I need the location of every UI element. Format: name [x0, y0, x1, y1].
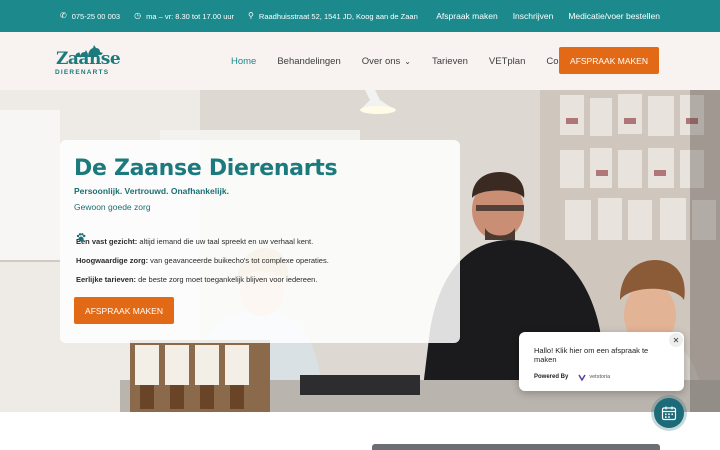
top-links: Afspraak maken Inschrijven Medicatie/voe… [436, 0, 660, 32]
nav-home[interactable]: Home [231, 56, 256, 67]
header-appointment-button[interactable]: AFSPRAAK MAKEN [559, 47, 659, 74]
feature-description: van geavanceerde buikecho's tot complexe… [148, 256, 329, 265]
clock-icon: ◷ [134, 11, 142, 20]
nav-tarieven[interactable]: Tarieven [432, 56, 468, 67]
calendar-icon [661, 406, 677, 421]
feature-item: Hoogwaardige zorg: van geavanceerde buik… [76, 233, 329, 270]
hours-info: ◷ ma – vr: 8.30 tot 17.00 uur [134, 12, 234, 21]
chat-close-icon[interactable]: ✕ [669, 333, 683, 347]
feature-item: Een vast gezicht: altijd iemand die uw t… [76, 232, 329, 251]
section-image [372, 444, 660, 450]
hero-title: De Zaanse Dierenarts [74, 156, 338, 181]
top-bar: ✆ 075-25 00 003 ◷ ma – vr: 8.30 tot 17.0… [0, 0, 720, 32]
logo-wordmark: Zaanse [56, 49, 121, 69]
chat-popup[interactable]: Hallo! Klik hier om een afspraak te make… [519, 332, 684, 391]
hero-appointment-button[interactable]: AFSPRAAK MAKEN [74, 297, 174, 324]
nav-over-ons-label: Over ons [361, 55, 401, 67]
feature-title: Hoogwaardige zorg: [76, 256, 149, 265]
top-link-inschrijven[interactable]: Inschrijven [513, 11, 554, 21]
nav-vetplan[interactable]: VETplan [489, 56, 525, 67]
top-link-afspraak[interactable]: Afspraak maken [436, 11, 497, 21]
feature-title: Eerlijke tarieven: [76, 275, 137, 284]
hero-subtagline: Gewoon goede zorg [74, 202, 151, 212]
location-pin-icon: ⚲ [248, 11, 254, 20]
main-nav: Home Behandelingen Over ons ⌄ Tarieven VE… [231, 32, 600, 90]
address-info[interactable]: ⚲ Raadhuisstraat 52, 1541 JD, Koog aan d… [248, 12, 418, 21]
contact-info: ✆ 075-25 00 003 ◷ ma – vr: 8.30 tot 17.0… [60, 0, 418, 32]
paw-icon [76, 233, 86, 242]
vetstoria-wordmark: vetstoria [589, 374, 611, 380]
chat-message: Hallo! Klik hier om een afspraak te make… [534, 346, 649, 364]
phone-number: 075-25 00 003 [71, 11, 121, 21]
vetstoria-icon [578, 374, 587, 381]
feature-item: Eerlijke tarieven: de beste zorg moet to… [76, 233, 329, 289]
powered-by-label: Powered By [534, 374, 569, 380]
phone-icon: ✆ [60, 11, 67, 20]
nav-over-ons[interactable]: Over ons ⌄ [362, 56, 411, 67]
powered-by: Powered By vetstoria [534, 373, 610, 381]
phone-info[interactable]: ✆ 075-25 00 003 [60, 12, 120, 21]
feature-description: altijd iemand die uw taal spreekt en uw … [137, 237, 314, 246]
feature-list: Een vast gezicht: altijd iemand die uw t… [76, 232, 329, 289]
top-link-medicatie[interactable]: Medicatie/voer bestellen [568, 11, 660, 21]
logo[interactable]: Zaanse DIERENARTS [54, 44, 121, 80]
opening-hours: ma – vr: 8.30 tot 17.00 uur [146, 11, 235, 21]
vetstoria-logo: vetstoria [578, 373, 610, 381]
address: Raadhuisstraat 52, 1541 JD, Koog aan de … [258, 11, 418, 21]
logo-subtitle: DIERENARTS [55, 69, 110, 76]
feature-text: Hoogwaardige zorg: van geavanceerde buik… [76, 256, 329, 265]
feature-description: de beste zorg moet toegankelijk blijven … [136, 275, 318, 284]
hero-card: De Zaanse Dierenarts Persoonlijk. Vertro… [60, 140, 460, 343]
hero-tagline: Persoonlijk. Vertrouwd. Onafhankelijk. [74, 186, 229, 196]
chevron-down-icon: ⌄ [404, 56, 411, 66]
feature-text: Een vast gezicht: altijd iemand die uw t… [76, 237, 313, 246]
nav-behandelingen[interactable]: Behandelingen [277, 56, 340, 67]
site-header: Zaanse DIERENARTS Home Behandelingen Ove… [0, 32, 720, 90]
feature-text: Eerlijke tarieven: de beste zorg moet to… [76, 275, 317, 284]
chat-launcher-button[interactable] [654, 398, 684, 428]
